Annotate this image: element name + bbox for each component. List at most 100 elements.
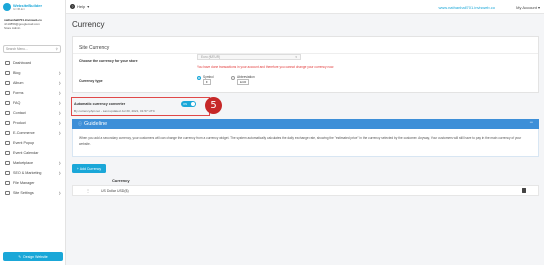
auto-converter-info: By currencyApi.net - Last updated Jul 30… — [74, 109, 155, 113]
step-number-badge: 5 — [205, 97, 222, 114]
logo-name: WebsiteBuilder — [13, 2, 43, 8]
sidebar-item-event-popup[interactable]: Event Popup — [0, 138, 66, 148]
sidebar-item-file-manager[interactable]: File Manager — [0, 178, 66, 188]
chevron-right-icon: ❯ — [58, 71, 61, 75]
site-currency-card: Site Currency Choose the currency for yo… — [72, 36, 539, 93]
logo-subtitle: for NB-Ent — [13, 7, 25, 11]
sidebar-item-label: Event Calendar — [13, 151, 39, 155]
menu-item-icon — [5, 121, 10, 125]
menu-item-icon — [5, 141, 10, 145]
sidebar-item-product[interactable]: Product ❯ — [0, 118, 66, 128]
guideline-header[interactable]: ⓘ Guideline − — [72, 119, 539, 129]
search-icon: ⚲ — [55, 47, 58, 51]
chevron-right-icon: ❯ — [58, 81, 61, 85]
currency-column-header: Currency — [112, 178, 130, 183]
help-icon: ? — [70, 4, 75, 9]
currency-warning: You have done transactions in your accou… — [197, 65, 335, 69]
sidebar-item-label: Album — [13, 81, 24, 85]
menu-item-icon — [5, 181, 10, 185]
card-title: Site Currency — [79, 45, 110, 51]
currency-type-abbreviation-option[interactable]: Abbreviation EUR — [231, 75, 255, 85]
menu-item-icon — [5, 111, 10, 115]
symbol-value: € — [203, 79, 211, 85]
help-menu[interactable]: ? Help ▾ — [70, 4, 89, 9]
radio-abbreviation[interactable] — [231, 76, 235, 80]
menu-item-icon — [5, 161, 10, 165]
sidebar-item-label: Marketplace — [13, 161, 34, 165]
sidebar-item-label: File Manager — [13, 181, 35, 185]
sidebar-item-blog[interactable]: Blog ❯ — [0, 68, 66, 78]
auto-converter-section: Automatic currency converter ON By curre… — [71, 97, 210, 116]
menu-item-icon — [5, 71, 10, 75]
sidebar-item-album[interactable]: Album ❯ — [0, 78, 66, 88]
menu-search-input[interactable]: Search Menu... ⚲ — [3, 45, 61, 53]
sidebar-nav: Dashboard Blog ❯ Album ❯ Forms ❯ FAQ ❯ Contact ❯ Pr… — [0, 58, 66, 198]
toggle-label: ON — [183, 102, 188, 106]
trash-icon[interactable] — [522, 188, 526, 193]
sidebar-item-marketplace[interactable]: Marketplace ❯ — [0, 158, 66, 168]
chevron-right-icon: ❯ — [58, 121, 61, 125]
sidebar-item-faq[interactable]: FAQ ❯ — [0, 98, 66, 108]
guideline-text: When you add a secondary currency, your … — [79, 136, 522, 146]
sidebar-item-forms[interactable]: Forms ❯ — [0, 88, 66, 98]
sidebar-item-label: Event Popup — [13, 141, 35, 145]
sidebar-item-label: E-Commerce — [13, 131, 35, 135]
currency-select[interactable]: Euro (€/EUR) ▾ — [197, 54, 301, 60]
chevron-right-icon: ❯ — [58, 101, 61, 105]
sidebar-item-seo-marketing[interactable]: SEO & Marketing ❯ — [0, 168, 66, 178]
account-label: My Account — [516, 5, 537, 10]
menu-item-icon — [5, 101, 10, 105]
help-label: Help — [77, 4, 86, 9]
chevron-down-icon: ▾ — [537, 5, 540, 10]
collapse-icon[interactable]: − — [529, 120, 533, 126]
currency-type-label: Currency type — [79, 79, 103, 83]
design-website-button[interactable]: ✎ Design Website — [3, 252, 63, 261]
sidebar-item-label: Product — [13, 121, 26, 125]
chevron-down-icon: ▾ — [295, 55, 297, 59]
auto-converter-title: Automatic currency converter — [74, 102, 126, 106]
user-role: Store Admin — [4, 26, 21, 30]
guideline-body: When you add a secondary currency, your … — [72, 129, 539, 157]
logo[interactable]: WebsiteBuilder for NB-Ent — [3, 3, 42, 11]
divider — [73, 53, 538, 54]
chevron-right-icon: ❯ — [58, 111, 61, 115]
menu-item-icon — [5, 171, 10, 175]
sidebar-item-label: SEO & Marketing — [13, 171, 42, 175]
site-url-link[interactable]: www.nathanhall701.invisweb.co — [439, 5, 495, 10]
info-icon: ⓘ — [78, 121, 82, 126]
search-placeholder: Search Menu... — [6, 47, 28, 51]
table-row: ⋮ US Dollar USD($) — [72, 185, 539, 196]
menu-item-icon — [5, 131, 10, 135]
logo-icon — [3, 3, 11, 11]
sidebar-item-event-calendar[interactable]: Event Calendar — [0, 148, 66, 158]
drag-handle-icon[interactable]: ⋮ — [86, 188, 90, 193]
currency-type-symbol-option[interactable]: Symbol € — [197, 75, 214, 85]
page-title: Currency — [72, 20, 105, 29]
sidebar-item-label: FAQ — [13, 101, 21, 105]
chevron-right-icon: ❯ — [58, 191, 61, 195]
choose-currency-label: Choose the currency for your store — [79, 59, 138, 63]
menu-item-icon — [5, 151, 10, 155]
design-icon: ✎ — [18, 254, 22, 259]
currency-select-value: Euro (€/EUR) — [201, 55, 221, 59]
menu-item-icon — [5, 191, 10, 195]
add-currency-button[interactable]: + Add Currency — [72, 164, 106, 173]
currency-cell: US Dollar USD($) — [101, 189, 129, 193]
auto-converter-toggle[interactable]: ON — [181, 101, 196, 107]
sidebar: WebsiteBuilder for NB-Ent nathanhall701.… — [0, 0, 66, 265]
design-button-label: Design Website — [23, 254, 48, 259]
sidebar-item-label: Blog — [13, 71, 21, 75]
sidebar-item-e-commerce[interactable]: E-Commerce ❯ — [0, 128, 66, 138]
sidebar-item-dashboard[interactable]: Dashboard — [0, 58, 66, 68]
menu-item-icon — [5, 81, 10, 85]
sidebar-item-site-settings[interactable]: Site Settings ❯ — [0, 188, 66, 198]
user-info: nathanhall701.invisweb.co nh10859@google… — [4, 18, 64, 30]
chevron-right-icon: ❯ — [58, 161, 61, 165]
chevron-right-icon: ❯ — [58, 131, 61, 135]
sidebar-item-label: Dashboard — [13, 61, 32, 65]
chevron-right-icon: ❯ — [58, 91, 61, 95]
topbar: ? Help ▾ www.nathanhall701.invisweb.co M… — [66, 0, 544, 14]
sidebar-item-contact[interactable]: Contact ❯ — [0, 108, 66, 118]
my-account-menu[interactable]: My Account ▾ — [516, 5, 540, 10]
radio-symbol[interactable] — [197, 76, 201, 80]
